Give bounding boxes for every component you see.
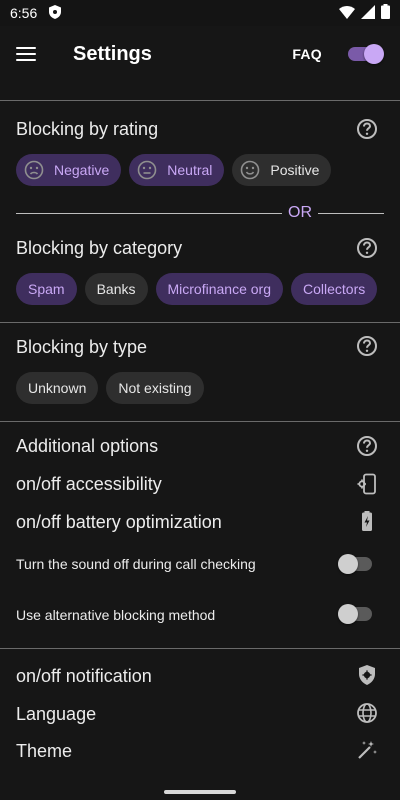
status-icons [339, 4, 390, 22]
divider [0, 648, 400, 649]
happy-face-icon [240, 160, 260, 180]
divider [0, 322, 400, 323]
chip-negative[interactable]: Negative [16, 154, 122, 186]
chip-neutral[interactable]: Neutral [129, 154, 225, 186]
alt-blocking-option: Use alternative blocking method [16, 607, 216, 623]
battery-icon [381, 4, 390, 22]
or-separator: OR [16, 203, 384, 223]
help-icon[interactable] [356, 118, 378, 140]
battery-charging-icon [356, 510, 378, 532]
master-toggle[interactable] [348, 44, 384, 64]
home-gesture-handle[interactable] [164, 790, 236, 794]
or-label: OR [288, 204, 312, 221]
help-icon[interactable] [356, 335, 378, 357]
help-icon[interactable] [356, 435, 378, 457]
magic-wand-icon [356, 739, 378, 761]
chip-collectors[interactable]: Collectors [291, 273, 378, 305]
faq-button[interactable]: FAQ [292, 46, 322, 62]
chip-spam[interactable]: Spam [16, 273, 77, 305]
chip-unknown[interactable]: Unknown [16, 372, 99, 404]
chip-microfinance[interactable]: Microfinance org [155, 273, 283, 305]
type-chips: Unknown Not existing [16, 372, 204, 404]
shield-bug-icon [356, 664, 378, 686]
status-bar: 6:56 [0, 0, 400, 26]
additional-section-title: Additional options [16, 436, 159, 456]
sad-face-icon [24, 160, 44, 180]
signal-icon [361, 4, 375, 22]
divider [0, 100, 400, 101]
navigation-bar [0, 782, 400, 800]
globe-icon [356, 702, 378, 724]
sound-off-option: Turn the sound off during call checking [16, 556, 256, 572]
shield-notification-icon [49, 4, 62, 22]
rating-chips: Negative Neutral Positive [16, 154, 332, 186]
rating-section-title: Blocking by rating [16, 119, 159, 139]
help-icon[interactable] [356, 237, 378, 259]
phone-settings-icon [356, 473, 378, 495]
chip-positive[interactable]: Positive [232, 154, 332, 186]
battery-optimization-option[interactable]: on/off battery optimization [16, 512, 222, 533]
chip-not-existing[interactable]: Not existing [106, 372, 204, 404]
chip-banks[interactable]: Banks [84, 273, 148, 305]
notification-option[interactable]: on/off notification [16, 666, 152, 687]
status-time: 6:56 [10, 5, 38, 21]
menu-icon[interactable] [16, 42, 40, 66]
app-bar: Settings FAQ [0, 26, 400, 82]
page-title: Settings [73, 42, 152, 65]
type-section-title: Blocking by type [16, 337, 148, 357]
neutral-face-icon [137, 160, 157, 180]
alt-blocking-toggle[interactable] [338, 604, 374, 624]
accessibility-option[interactable]: on/off accessibility [16, 474, 162, 495]
wifi-icon [339, 5, 355, 22]
theme-option[interactable]: Theme [16, 741, 72, 762]
language-option[interactable]: Language [16, 704, 96, 725]
category-section-title: Blocking by category [16, 238, 183, 258]
category-chips: Spam Banks Microfinance org Collectors [16, 273, 378, 305]
divider [0, 421, 400, 422]
sound-off-toggle[interactable] [338, 554, 374, 574]
